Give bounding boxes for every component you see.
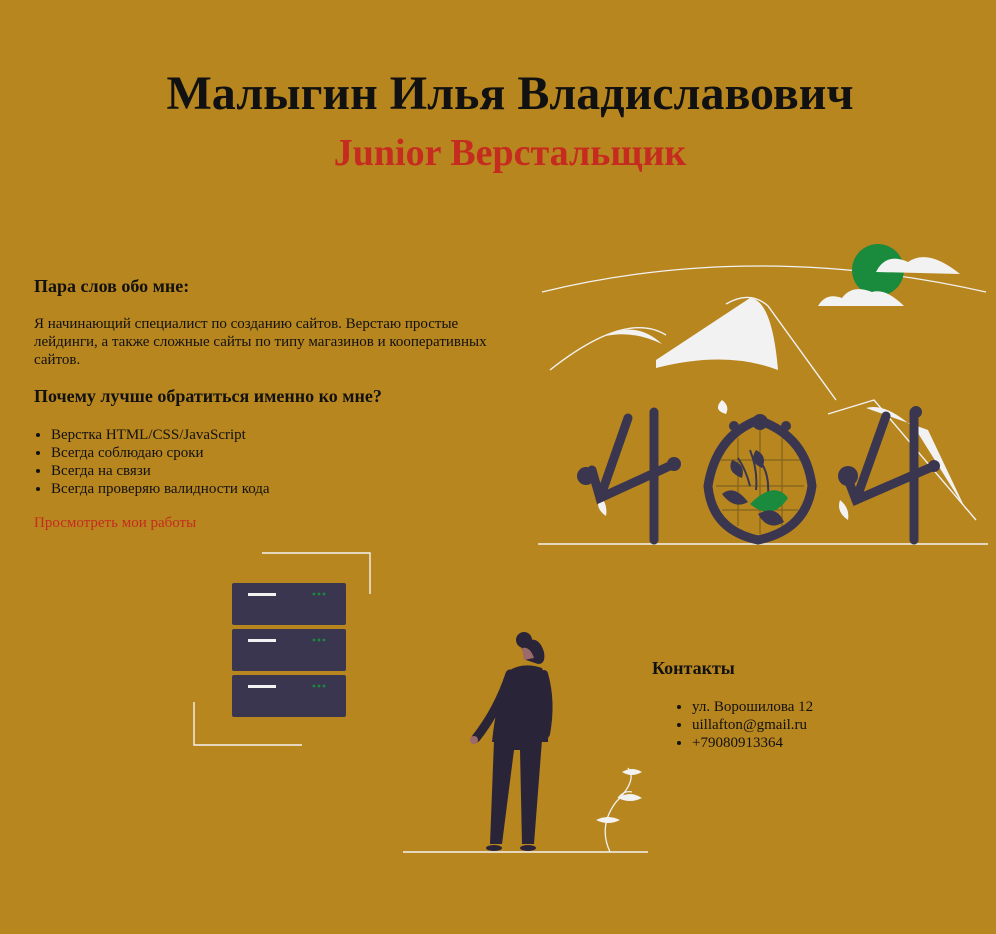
list-item: Всегда проверяю валидности кода [51, 480, 524, 498]
list-item: Всегда соблюдаю сроки [51, 444, 524, 462]
contacts-list: ул. Ворошилова 12 uillafton@gmail.ru +79… [652, 698, 972, 752]
contacts-section: Контакты ул. Ворошилова 12 uillafton@gma… [652, 658, 972, 752]
about-heading: Пара слов обо мне: [34, 276, 190, 296]
server-icon [232, 675, 346, 717]
why-list: Верстка HTML/CSS/JavaScript Всегда соблю… [34, 426, 524, 498]
server-icon [232, 583, 346, 625]
server-stack-illustration [193, 552, 371, 746]
list-item: Всегда на связи [51, 462, 524, 480]
cloud-icon [876, 257, 960, 274]
contact-phone[interactable]: +79080913364 [692, 734, 972, 752]
contact-address: ул. Ворошилова 12 [692, 698, 972, 716]
view-works-link[interactable]: Просмотреть мои работы [34, 515, 196, 531]
about-section: Пара слов обо мне: Я начинающий специали… [34, 276, 524, 532]
contacts-heading: Контакты [652, 658, 735, 678]
list-item: Верстка HTML/CSS/JavaScript [51, 426, 524, 444]
server-icon [232, 629, 346, 671]
contact-email[interactable]: uillafton@gmail.ru [692, 716, 972, 734]
job-title: Junior Верстальщик [333, 132, 687, 174]
illustration-404 [538, 244, 988, 545]
person-standing-illustration [403, 632, 648, 853]
page-title: Малыгин Илья Владиславович [166, 67, 854, 120]
why-heading: Почему лучше обратиться именно ко мне? [34, 386, 382, 406]
about-text: Я начинающий специалист по созданию сайт… [34, 316, 487, 368]
